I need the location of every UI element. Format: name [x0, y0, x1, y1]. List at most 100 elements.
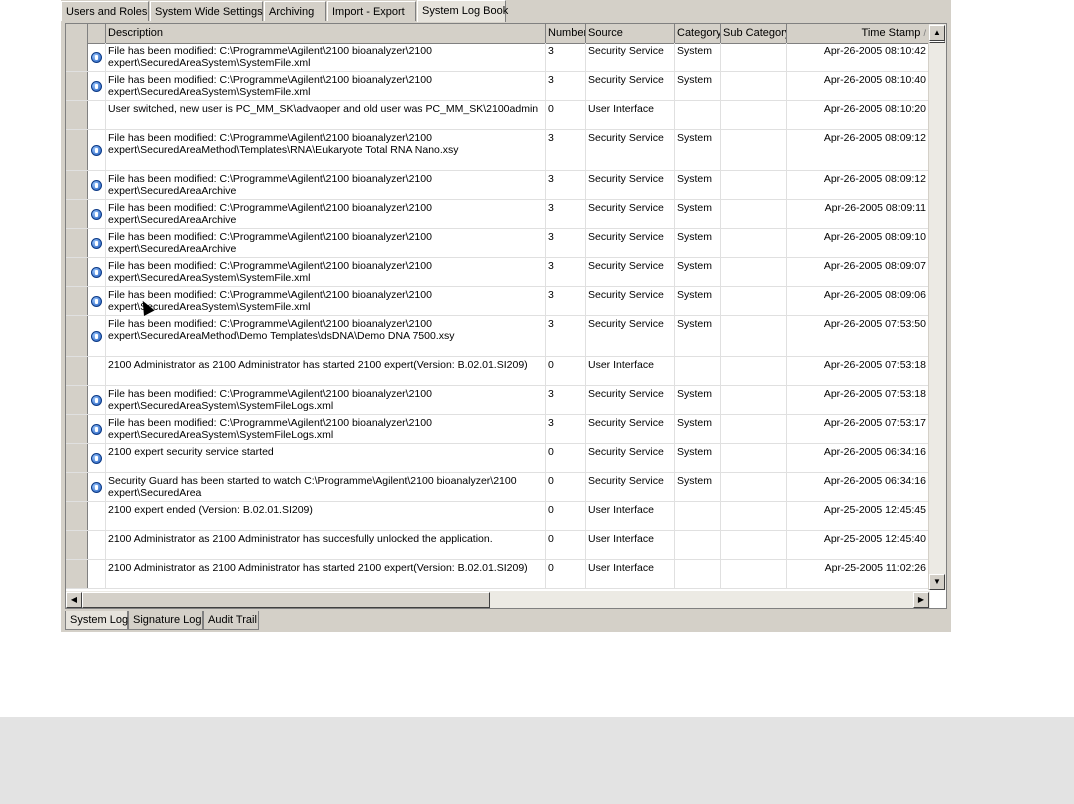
table-row[interactable]: 2100 expert ended (Version: B.02.01.SI20… — [66, 502, 930, 531]
cell-category: System — [675, 287, 721, 315]
header-category[interactable]: Category — [675, 24, 721, 43]
row-selector — [66, 444, 88, 472]
header-description[interactable]: Description — [106, 24, 546, 43]
info-icon — [91, 180, 102, 191]
horizontal-scroll-thumb[interactable] — [82, 592, 490, 608]
table-row[interactable]: File has been modified: C:\Programme\Agi… — [66, 287, 930, 316]
cell-number: 0 — [546, 473, 586, 501]
cell-sub-category — [721, 101, 787, 129]
cell-description: File has been modified: C:\Programme\Agi… — [106, 229, 546, 257]
vertical-scroll-thumb[interactable] — [929, 41, 945, 43]
row-icon-cell — [88, 171, 106, 199]
cell-category: System — [675, 171, 721, 199]
cell-description: File has been modified: C:\Programme\Agi… — [106, 287, 546, 315]
info-icon — [91, 52, 102, 63]
cell-category: System — [675, 444, 721, 472]
info-icon — [91, 331, 102, 342]
cell-sub-category — [721, 229, 787, 257]
info-icon — [91, 296, 102, 307]
cell-sub-category — [721, 316, 787, 356]
scroll-up-icon[interactable]: ▲ — [929, 25, 945, 41]
table-row[interactable]: User switched, new user is PC_MM_SK\adva… — [66, 101, 930, 130]
table-row[interactable]: File has been modified: C:\Programme\Agi… — [66, 316, 930, 357]
grid-header: Description Number Source Category Sub C… — [66, 24, 930, 44]
header-number[interactable]: Number — [546, 24, 586, 43]
cell-number: 3 — [546, 72, 586, 100]
cell-description: File has been modified: C:\Programme\Agi… — [106, 200, 546, 228]
row-icon-cell — [88, 200, 106, 228]
tab-audit-trail[interactable]: Audit Trail — [203, 611, 259, 630]
tab-system-log-book[interactable]: System Log Book — [417, 0, 508, 22]
table-row[interactable]: File has been modified: C:\Programme\Agi… — [66, 130, 930, 171]
log-book-panel: Users and Roles System Wide Settings Arc… — [61, 0, 951, 632]
scroll-left-icon[interactable]: ◀ — [66, 592, 82, 608]
log-grid: Description Number Source Category Sub C… — [65, 23, 947, 609]
tab-archiving[interactable]: Archiving — [264, 1, 326, 21]
cell-time-stamp: Apr-26-2005 08:10:42 — [787, 43, 930, 71]
cell-source: User Interface — [586, 531, 675, 559]
bottom-tab-bar: System Log Signature Log Audit Trail — [61, 611, 951, 631]
table-row[interactable]: File has been modified: C:\Programme\Agi… — [66, 415, 930, 444]
cell-description: 2100 expert security service started — [106, 444, 546, 472]
cell-category: System — [675, 72, 721, 100]
cell-time-stamp: Apr-26-2005 08:09:07 — [787, 258, 930, 286]
cell-time-stamp: Apr-25-2005 12:45:40 — [787, 531, 930, 559]
row-icon-cell — [88, 444, 106, 472]
cell-source: Security Service — [586, 229, 675, 257]
table-row[interactable]: File has been modified: C:\Programme\Agi… — [66, 43, 930, 72]
row-icon-cell — [88, 258, 106, 286]
tab-system-wide-settings[interactable]: System Wide Settings — [150, 1, 263, 21]
row-selector — [66, 101, 88, 129]
table-row[interactable]: 2100 Administrator as 2100 Administrator… — [66, 357, 930, 386]
row-selector — [66, 171, 88, 199]
empty-area — [0, 717, 1074, 804]
scroll-right-icon[interactable]: ▶ — [913, 592, 929, 608]
tab-signature-log[interactable]: Signature Log — [128, 611, 203, 630]
row-icon-cell — [88, 560, 106, 588]
cell-number: 3 — [546, 43, 586, 71]
info-icon — [91, 482, 102, 493]
row-selector — [66, 357, 88, 385]
cell-category — [675, 357, 721, 385]
cell-sub-category — [721, 473, 787, 501]
table-row[interactable]: 2100 Administrator as 2100 Administrator… — [66, 560, 930, 589]
cell-source: Security Service — [586, 444, 675, 472]
cell-number: 0 — [546, 444, 586, 472]
table-row[interactable]: File has been modified: C:\Programme\Agi… — [66, 229, 930, 258]
cell-source: Security Service — [586, 171, 675, 199]
header-sub-category[interactable]: Sub Category — [721, 24, 787, 43]
row-icon-cell — [88, 43, 106, 71]
cell-number: 0 — [546, 101, 586, 129]
header-icon-col — [88, 24, 106, 43]
table-row[interactable]: Security Guard has been started to watch… — [66, 473, 930, 502]
cell-category — [675, 101, 721, 129]
horizontal-scrollbar[interactable]: ◀ ▶ — [66, 591, 930, 608]
table-row[interactable]: File has been modified: C:\Programme\Agi… — [66, 72, 930, 101]
header-source[interactable]: Source — [586, 24, 675, 43]
table-row[interactable]: File has been modified: C:\Programme\Agi… — [66, 200, 930, 229]
info-icon — [91, 267, 102, 278]
tab-users-and-roles[interactable]: Users and Roles — [61, 1, 149, 21]
cell-number: 0 — [546, 531, 586, 559]
tab-system-log[interactable]: System Log — [65, 611, 128, 630]
cell-time-stamp: Apr-26-2005 08:10:40 — [787, 72, 930, 100]
header-time-stamp[interactable]: Time Stamp / — [787, 24, 930, 43]
cell-category — [675, 531, 721, 559]
tab-import-export[interactable]: Import - Export — [327, 1, 416, 21]
info-icon — [91, 453, 102, 464]
row-icon-cell — [88, 415, 106, 443]
cell-time-stamp: Apr-26-2005 07:53:18 — [787, 357, 930, 385]
cell-time-stamp: Apr-26-2005 08:09:12 — [787, 130, 930, 170]
table-row[interactable]: File has been modified: C:\Programme\Agi… — [66, 386, 930, 415]
row-selector — [66, 130, 88, 170]
cell-category — [675, 502, 721, 530]
header-selector — [66, 24, 88, 43]
vertical-scrollbar[interactable]: ▲ ▼ — [928, 24, 946, 590]
table-row[interactable]: File has been modified: C:\Programme\Agi… — [66, 258, 930, 287]
scroll-down-icon[interactable]: ▼ — [929, 574, 945, 590]
cell-sub-category — [721, 444, 787, 472]
table-row[interactable]: 2100 Administrator as 2100 Administrator… — [66, 531, 930, 560]
row-selector — [66, 72, 88, 100]
table-row[interactable]: 2100 expert security service started 0 Sec… — [66, 444, 930, 473]
table-row[interactable]: File has been modified: C:\Programme\Agi… — [66, 171, 930, 200]
